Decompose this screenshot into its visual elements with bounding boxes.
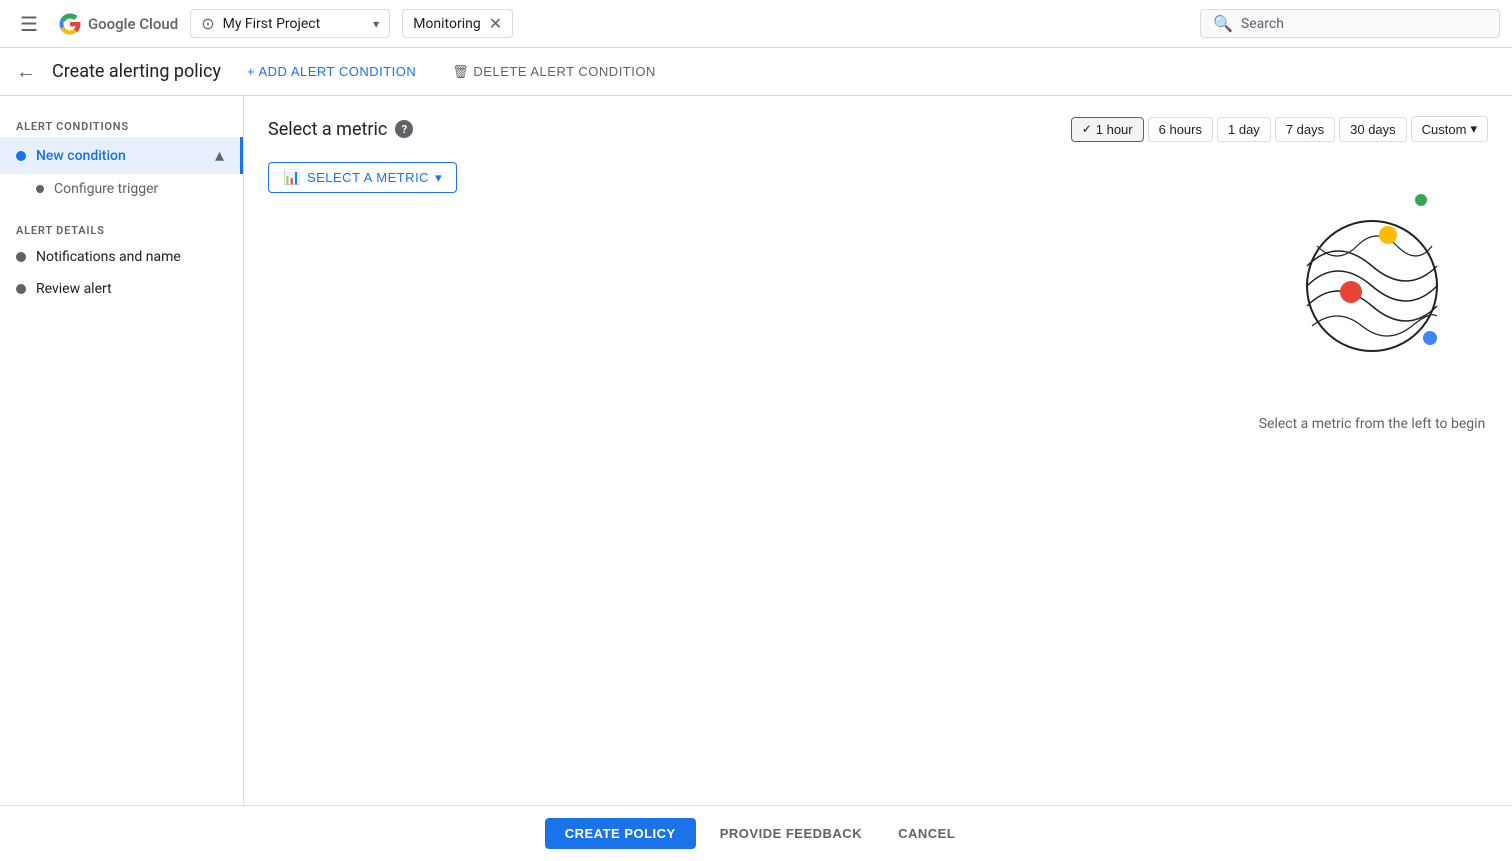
- yellow-dot: [1379, 226, 1397, 244]
- new-condition-label: New condition: [36, 148, 205, 164]
- dots-pattern-bottom: · · · · ·· · · · ·: [1292, 365, 1351, 381]
- checkmark-icon: ✓: [1082, 122, 1092, 136]
- bottom-bar: CREATE POLICY PROVIDE FEEDBACK CANCEL: [0, 805, 1512, 861]
- configure-trigger-label: Configure trigger: [54, 181, 158, 197]
- time-btn-30days[interactable]: 30 days: [1339, 117, 1407, 142]
- illustration-area: · · · · ·· · · · ·· · · · ·· · · · ·: [1232, 176, 1512, 432]
- time-btn-1day[interactable]: 1 day: [1217, 117, 1271, 142]
- sidebar-item-notifications[interactable]: Notifications and name: [0, 241, 243, 273]
- bar-chart-icon: 📊: [283, 169, 301, 186]
- select-metric-hint: Select a metric from the left to begin: [1259, 416, 1486, 432]
- globe-illustration: [1302, 216, 1442, 356]
- custom-dropdown-arrow-icon: ▾: [1470, 121, 1477, 137]
- google-logo-svg: [58, 12, 82, 36]
- project-icon: ⊙: [201, 14, 214, 33]
- delete-alert-condition-button[interactable]: 🗑 DELETE ALERT CONDITION: [442, 58, 666, 86]
- chevron-up-icon: ▴: [215, 145, 224, 166]
- time-btn-7days[interactable]: 7 days: [1275, 117, 1335, 142]
- configure-trigger-dot: [36, 185, 44, 193]
- top-nav: ☰ Google Cloud ⊙ My First Project ▾ Moni…: [0, 0, 1512, 48]
- time-btn-6hours[interactable]: 6 hours: [1148, 117, 1213, 142]
- time-btn-30days-label: 30 days: [1350, 122, 1396, 137]
- page-title: Create alerting policy: [52, 61, 221, 82]
- google-cloud-logo: Google Cloud: [58, 12, 178, 36]
- select-metric-btn-label: SELECT A METRIC: [307, 170, 429, 185]
- alert-details-section-label: ALERT DETAILS: [0, 216, 243, 241]
- metric-title: Select a metric: [268, 119, 387, 140]
- sidebar: ALERT CONDITIONS New condition ▴ Configu…: [0, 96, 244, 805]
- sidebar-item-new-condition[interactable]: New condition ▴: [0, 137, 243, 174]
- content-inner: Select a metric ? ✓ 1 hour 6 hours 1 day: [244, 96, 1512, 805]
- blue-dot: [1423, 331, 1437, 345]
- time-range-group: ✓ 1 hour 6 hours 1 day 7 days 30 days: [1071, 116, 1488, 142]
- time-btn-1hour-label: 1 hour: [1096, 122, 1133, 137]
- monitoring-badge: Monitoring ✕: [402, 9, 513, 38]
- alert-conditions-section-label: ALERT CONDITIONS: [0, 112, 243, 137]
- page-header: ← Create alerting policy + ADD ALERT CON…: [0, 48, 1512, 96]
- select-metric-dropdown-icon: ▾: [435, 170, 442, 186]
- new-condition-dot: [16, 151, 26, 161]
- time-btn-1day-label: 1 day: [1228, 122, 1260, 137]
- google-cloud-text: Google Cloud: [88, 15, 178, 33]
- dropdown-arrow-icon: ▾: [373, 17, 379, 31]
- time-btn-6hours-label: 6 hours: [1159, 122, 1202, 137]
- metric-title-group: Select a metric ?: [268, 119, 413, 140]
- green-dot: [1415, 194, 1427, 206]
- review-dot: [16, 284, 26, 294]
- metric-header: Select a metric ? ✓ 1 hour 6 hours 1 day: [268, 116, 1488, 142]
- menu-icon[interactable]: ☰: [12, 4, 46, 44]
- back-button[interactable]: ←: [16, 59, 36, 84]
- main-layout: ALERT CONDITIONS New condition ▴ Configu…: [0, 96, 1512, 805]
- provide-feedback-button[interactable]: PROVIDE FEEDBACK: [708, 818, 874, 849]
- illustration-graphic: · · · · ·· · · · ·· · · · ·· · · · ·: [1262, 176, 1482, 396]
- select-metric-button[interactable]: 📊 SELECT A METRIC ▾: [268, 162, 457, 193]
- project-name: My First Project: [223, 16, 366, 32]
- notifications-dot: [16, 252, 26, 262]
- dots-pattern-right: · · ·· · ·· · ·· · ·· · ·: [1444, 221, 1477, 261]
- search-bar[interactable]: 🔍 Search: [1200, 9, 1500, 38]
- monitoring-label: Monitoring: [413, 16, 481, 32]
- cancel-button[interactable]: CANCEL: [886, 818, 967, 849]
- help-icon[interactable]: ?: [395, 120, 413, 138]
- review-label: Review alert: [36, 281, 227, 297]
- time-btn-custom[interactable]: Custom ▾: [1411, 116, 1488, 142]
- add-alert-condition-button[interactable]: + ADD ALERT CONDITION: [237, 58, 426, 85]
- project-selector[interactable]: ⊙ My First Project ▾: [190, 9, 390, 38]
- time-btn-1hour[interactable]: ✓ 1 hour: [1071, 117, 1144, 142]
- time-btn-custom-label: Custom: [1422, 122, 1467, 137]
- clear-monitoring-icon[interactable]: ✕: [489, 14, 502, 33]
- sidebar-item-review[interactable]: Review alert: [0, 273, 243, 305]
- time-btn-7days-label: 7 days: [1286, 122, 1324, 137]
- create-policy-button[interactable]: CREATE POLICY: [545, 818, 696, 849]
- red-dot: [1340, 281, 1362, 303]
- sidebar-item-configure-trigger[interactable]: Configure trigger: [0, 174, 243, 204]
- notifications-label: Notifications and name: [36, 249, 227, 265]
- search-label: Search: [1241, 16, 1284, 32]
- content-area: Select a metric ? ✓ 1 hour 6 hours 1 day: [244, 96, 1512, 805]
- search-icon: 🔍: [1213, 14, 1233, 33]
